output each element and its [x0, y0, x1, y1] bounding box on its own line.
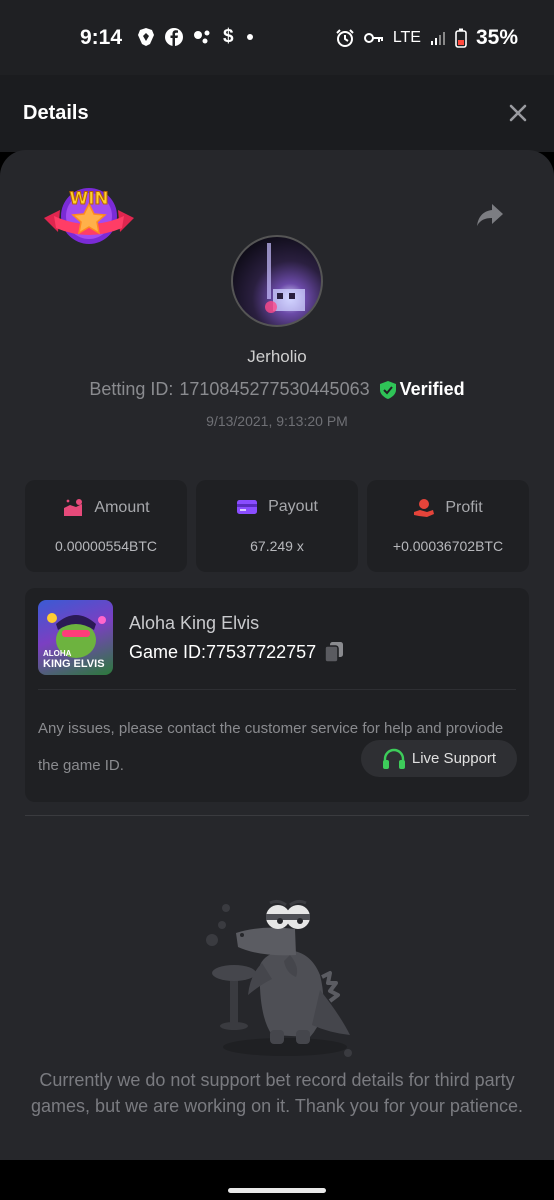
payout-icon	[237, 500, 258, 514]
avatar	[231, 235, 323, 327]
game-id-row: Game ID: 77537722757	[129, 641, 344, 663]
profit-card: Profit +0.00036702BTC	[367, 480, 529, 572]
page-title: Details	[23, 102, 89, 124]
verified-badge: Verified	[379, 379, 465, 400]
game-id: 77537722757	[206, 641, 317, 662]
avatar-image	[265, 243, 305, 313]
status-time: 9:14	[80, 26, 123, 49]
header: Details	[0, 75, 554, 152]
win-badge-icon: WIN	[44, 188, 134, 244]
network-type: LTE	[392, 29, 421, 46]
username: Jerholio	[247, 347, 307, 366]
payout-value: 67.249 x	[250, 538, 304, 554]
profit-label: Profit	[445, 499, 483, 516]
dots-app-icon	[194, 30, 210, 44]
betting-id-label: Betting ID:	[89, 379, 174, 399]
headset-icon	[382, 748, 405, 769]
betting-id-row: Betting ID: 1710845277530445063 Verified	[0, 379, 554, 400]
live-support-button[interactable]: Live Support	[361, 740, 517, 777]
close-icon[interactable]	[506, 101, 530, 125]
betting-id: 1710845277530445063	[179, 379, 370, 399]
status-bar: 9:14 $ LTE 35%	[0, 0, 554, 75]
cash-app-icon: $	[223, 26, 234, 47]
vpn-key-icon	[363, 33, 383, 43]
verified-label: Verified	[399, 379, 465, 399]
amount-card: Amount 0.00000554BTC	[25, 480, 187, 572]
game-name: Aloha King Elvis	[129, 613, 260, 633]
home-indicator[interactable]	[228, 1188, 326, 1193]
game-card: ALOHA KING ELVIS Aloha King Elvis Game I…	[25, 588, 529, 802]
notification-dot-icon	[246, 34, 253, 40]
game-thumbnail[interactable]: ALOHA KING ELVIS	[38, 600, 113, 675]
game-id-label: Game ID:	[129, 641, 207, 662]
copy-icon[interactable]	[324, 641, 344, 663]
live-support-label: Live Support	[411, 750, 497, 767]
battery-icon	[455, 28, 467, 48]
third-party-notice: Currently we do not support bet record d…	[31, 1070, 523, 1116]
signal-icon	[430, 32, 445, 45]
game-thumb-title-2: KING ELVIS	[43, 658, 105, 670]
brave-icon	[138, 28, 154, 46]
profit-icon	[414, 499, 435, 517]
profit-value: +0.00036702BTC	[392, 538, 504, 554]
payout-label: Payout	[268, 498, 318, 515]
alarm-icon	[336, 29, 354, 47]
verified-shield-icon	[379, 380, 396, 399]
amount-label: Amount	[94, 499, 150, 516]
bet-timestamp: 9/13/2021, 9:13:20 PM	[206, 413, 348, 429]
share-icon[interactable]	[476, 202, 504, 228]
facebook-icon	[165, 28, 183, 46]
section-divider	[25, 815, 529, 816]
payout-card: Payout 67.249 x	[196, 480, 358, 572]
amount-icon	[64, 499, 83, 516]
crocodile-illustration-icon	[206, 899, 352, 1057]
svg-text:WIN: WIN	[69, 189, 108, 209]
amount-value: 0.00000554BTC	[55, 538, 157, 554]
game-card-divider	[38, 689, 516, 690]
battery-percent: 35%	[475, 26, 518, 49]
